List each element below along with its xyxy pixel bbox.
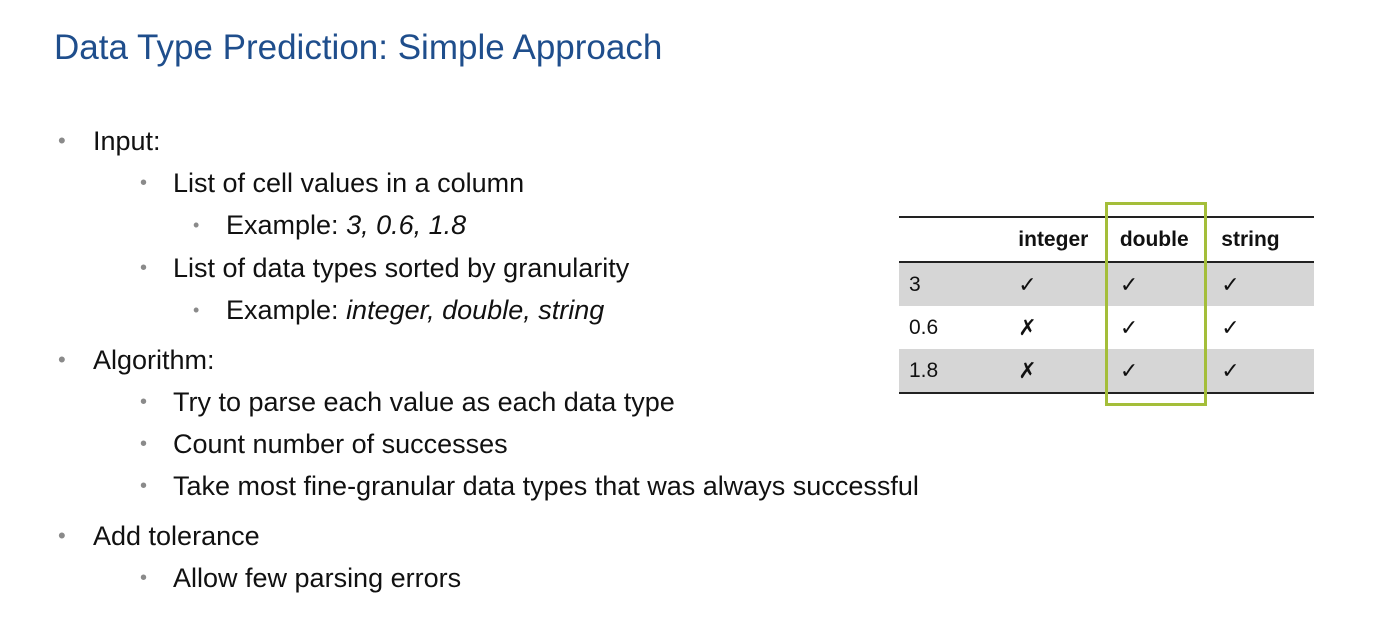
bullet-dot: • <box>140 391 148 413</box>
table-header-cell: string <box>1211 216 1314 263</box>
bullet-dot: • <box>193 215 200 235</box>
bullet-input: • Input: <box>58 126 161 156</box>
example-label: Example: <box>226 295 347 325</box>
bullet-input-types-example: • Example: integer, double, string <box>193 295 605 325</box>
bullet-dot: • <box>140 257 148 279</box>
bullet-algorithm-text: Algorithm: <box>93 345 215 375</box>
bullet-input-cells: • List of cell values in a column <box>140 168 525 198</box>
bullet-tolerance-detail-text: Allow few parsing errors <box>173 563 462 593</box>
bullet-tolerance-text: Add tolerance <box>93 521 260 551</box>
bullet-algo-step3-text: Take most fine-granular data types that … <box>173 471 919 501</box>
table-cell-value: 0.6 <box>909 315 939 339</box>
bullet-algo-step3: • Take most fine-granular data types tha… <box>140 471 919 501</box>
table-header-cell: double <box>1109 216 1212 263</box>
bullet-input-types-text: List of data types sorted by granularity <box>173 253 630 283</box>
bullet-tolerance: • Add tolerance <box>58 521 260 551</box>
check-icon: ✓ <box>1008 262 1110 306</box>
example-value: integer, double, string <box>346 295 605 325</box>
bullet-dot: • <box>140 172 148 194</box>
data-type-table: integer double string 3 ✓ ✓ ✓ 0.6 ✗ ✓ ✓ … <box>899 216 1314 394</box>
cross-icon: ✗ <box>1008 349 1110 394</box>
bullet-dot: • <box>140 567 148 589</box>
table-row: 0.6 ✗ ✓ ✓ <box>899 306 1314 349</box>
table-row: 1.8 ✗ ✓ ✓ <box>899 349 1314 394</box>
check-icon: ✓ <box>1221 314 1240 340</box>
example-value: 3, 0.6, 1.8 <box>346 210 467 240</box>
table-header-cell: integer <box>1008 216 1110 263</box>
bullet-input-text: Input: <box>93 126 161 156</box>
bullet-dot: • <box>58 347 66 372</box>
bullet-algo-step2-text: Count number of successes <box>173 429 508 459</box>
table-header-cell <box>899 216 1009 263</box>
cross-icon: ✗ <box>1018 314 1037 340</box>
bullet-dot: • <box>58 523 66 548</box>
bullet-tolerance-detail: • Allow few parsing errors <box>140 563 462 593</box>
bullet-input-types: • List of data types sorted by granulari… <box>140 253 630 283</box>
bullet-dot: • <box>58 128 66 153</box>
bullet-input-cells-text: List of cell values in a column <box>173 168 525 198</box>
table-row: 3 ✓ ✓ ✓ <box>899 262 1314 306</box>
check-icon: ✓ <box>1119 314 1139 340</box>
table-cell-value: 1.8 <box>899 349 1009 394</box>
table-cell-value: 3 <box>899 262 1009 306</box>
bullet-algo-step2: • Count number of successes <box>140 429 508 459</box>
bullet-dot: • <box>140 475 148 497</box>
check-icon: ✓ <box>1211 349 1314 394</box>
bullet-input-cells-example: • Example: 3, 0.6, 1.8 <box>193 210 467 240</box>
check-icon: ✓ <box>1109 349 1212 394</box>
bullet-algo-step1-text: Try to parse each value as each data typ… <box>173 387 675 417</box>
check-icon: ✓ <box>1109 262 1212 306</box>
bullet-dot: • <box>193 300 200 320</box>
bullet-algorithm: • Algorithm: <box>58 345 215 375</box>
example-label: Example: <box>226 210 347 240</box>
bullet-dot: • <box>140 433 148 455</box>
bullet-algo-step1: • Try to parse each value as each data t… <box>140 387 675 417</box>
table-header-row: integer double string <box>899 216 1314 263</box>
check-icon: ✓ <box>1211 262 1314 306</box>
page-title: Data Type Prediction: Simple Approach <box>54 28 663 67</box>
